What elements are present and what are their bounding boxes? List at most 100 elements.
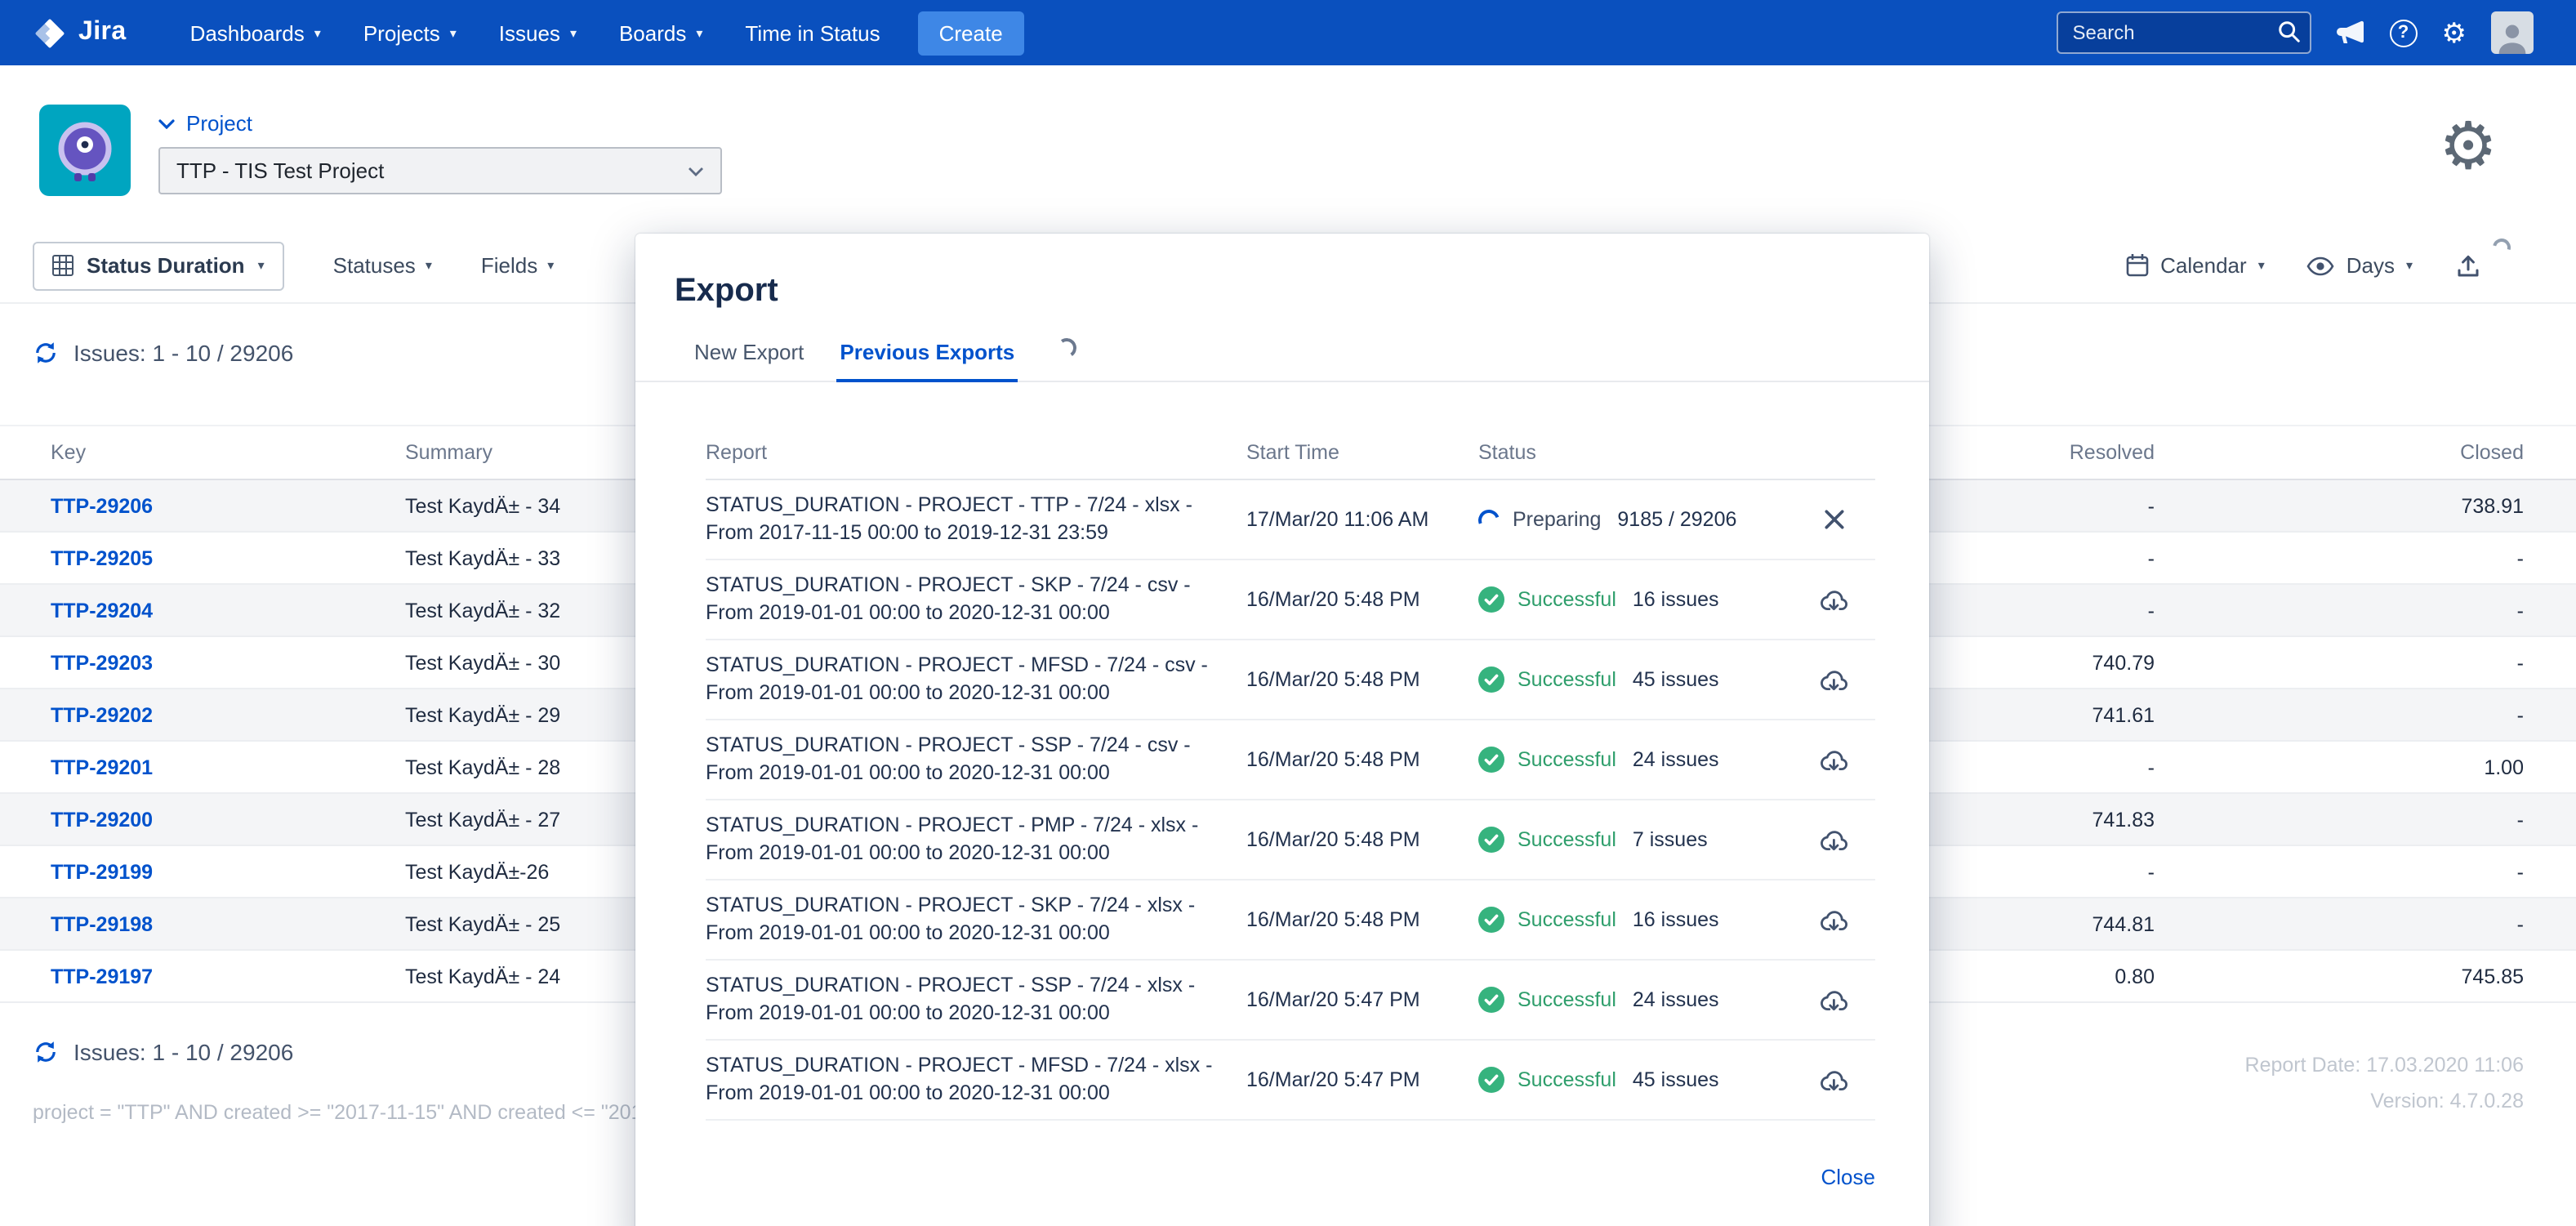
status-label: Successful bbox=[1518, 588, 1616, 611]
nav-dashboards-label: Dashboards bbox=[190, 20, 305, 45]
success-check-icon bbox=[1478, 987, 1504, 1013]
help-icon[interactable]: ? bbox=[2390, 19, 2418, 47]
export-action bbox=[1792, 907, 1875, 932]
download-icon[interactable] bbox=[1818, 987, 1849, 1012]
report-name-line1: STATUS_DURATION - PROJECT - MFSD - 7/24 … bbox=[706, 652, 1223, 680]
chevron-down-icon: ▾ bbox=[314, 25, 321, 40]
issue-key-link[interactable]: TTP-29201 bbox=[51, 756, 153, 778]
fields-label: Fields bbox=[481, 253, 537, 278]
download-icon[interactable] bbox=[1818, 587, 1849, 612]
issue-closed-value: - bbox=[2155, 860, 2524, 883]
export-status: Successful 24 issues bbox=[1478, 747, 1792, 773]
project-select[interactable]: TTP - TIS Test Project bbox=[158, 147, 722, 194]
issue-key-link[interactable]: TTP-29198 bbox=[51, 912, 153, 935]
column-start-time: Start Time bbox=[1246, 440, 1478, 463]
export-button[interactable] bbox=[2455, 252, 2511, 279]
export-row: STATUS_DURATION - PROJECT - MFSD - 7/24 … bbox=[706, 640, 1875, 720]
report-type-button[interactable]: Status Duration ▾ bbox=[33, 241, 284, 290]
report-settings-gear-icon[interactable]: ⚙ bbox=[2439, 114, 2498, 180]
report-name-line1: STATUS_DURATION - PROJECT - PMP - 7/24 -… bbox=[706, 812, 1223, 840]
search-input[interactable] bbox=[2057, 11, 2311, 54]
export-row: STATUS_DURATION - PROJECT - SKP - 7/24 -… bbox=[706, 560, 1875, 640]
export-start-time: 16/Mar/20 5:48 PM bbox=[1246, 748, 1478, 771]
jira-logo[interactable]: Jira bbox=[33, 16, 127, 50]
report-name-line1: STATUS_DURATION - PROJECT - SSP - 7/24 -… bbox=[706, 732, 1223, 760]
create-button[interactable]: Create bbox=[918, 11, 1024, 55]
export-start-time: 16/Mar/20 5:48 PM bbox=[1246, 828, 1478, 851]
status-detail: 9185 / 29206 bbox=[1617, 508, 1736, 531]
tab-previous-exports[interactable]: Previous Exports bbox=[836, 340, 1018, 382]
project-avatar bbox=[39, 105, 131, 196]
status-detail: 16 issues bbox=[1633, 588, 1719, 611]
nav-boards[interactable]: Boards ▾ bbox=[598, 0, 724, 65]
nav-projects[interactable]: Projects ▾ bbox=[342, 0, 478, 65]
main-nav: Dashboards ▾ Projects ▾ Issues ▾ Boards … bbox=[169, 0, 902, 65]
export-row: STATUS_DURATION - PROJECT - PMP - 7/24 -… bbox=[706, 800, 1875, 880]
issue-key-link[interactable]: TTP-29203 bbox=[51, 651, 153, 674]
cancel-icon[interactable] bbox=[1822, 508, 1845, 531]
export-report-name: STATUS_DURATION - PROJECT - TTP - 7/24 -… bbox=[706, 492, 1246, 547]
exports-table-header: Report Start Time Status bbox=[706, 425, 1875, 480]
download-icon[interactable] bbox=[1818, 667, 1849, 692]
nav-time-in-status-label: Time in Status bbox=[745, 20, 880, 45]
column-closed[interactable]: Closed bbox=[2155, 441, 2524, 464]
download-icon[interactable] bbox=[1818, 1068, 1849, 1092]
chevron-down-icon: ▾ bbox=[2258, 258, 2265, 273]
search-icon[interactable] bbox=[2277, 20, 2302, 44]
download-icon[interactable] bbox=[1818, 907, 1849, 932]
status-detail: 45 issues bbox=[1633, 1068, 1719, 1091]
days-dropdown[interactable]: Days ▾ bbox=[2307, 253, 2413, 278]
chevron-down-icon: ▾ bbox=[2406, 258, 2413, 273]
download-icon[interactable] bbox=[1818, 827, 1849, 852]
issue-key-link[interactable]: TTP-29202 bbox=[51, 703, 153, 726]
calendar-label: Calendar bbox=[2160, 253, 2247, 278]
export-start-time: 16/Mar/20 5:48 PM bbox=[1246, 668, 1478, 691]
nav-dashboards[interactable]: Dashboards ▾ bbox=[169, 0, 342, 65]
nav-issues[interactable]: Issues ▾ bbox=[478, 0, 598, 65]
export-report-name: STATUS_DURATION - PROJECT - MFSD - 7/24 … bbox=[706, 652, 1246, 707]
nav-time-in-status[interactable]: Time in Status bbox=[724, 0, 901, 65]
project-select-value: TTP - TIS Test Project bbox=[176, 158, 384, 183]
report-type-label: Status Duration bbox=[87, 253, 245, 278]
export-status: Successful 45 issues bbox=[1478, 666, 1792, 693]
export-action bbox=[1792, 827, 1875, 852]
issue-key-link[interactable]: TTP-29204 bbox=[51, 599, 153, 622]
issue-closed-value: - bbox=[2155, 599, 2524, 622]
project-section-label: Project bbox=[186, 111, 252, 136]
status-detail: 7 issues bbox=[1633, 828, 1708, 851]
refresh-icon[interactable] bbox=[33, 1039, 59, 1065]
status-detail: 24 issues bbox=[1633, 988, 1719, 1011]
export-row: STATUS_DURATION - PROJECT - SSP - 7/24 -… bbox=[706, 720, 1875, 800]
avatar[interactable] bbox=[2491, 11, 2534, 54]
statuses-dropdown[interactable]: Statuses ▾ bbox=[333, 253, 432, 278]
tab-new-export[interactable]: New Export bbox=[691, 340, 807, 382]
status-label: Successful bbox=[1518, 908, 1616, 931]
status-detail: 45 issues bbox=[1633, 668, 1719, 691]
progress-spinner-icon bbox=[1475, 506, 1504, 534]
calendar-dropdown[interactable]: Calendar ▾ bbox=[2124, 253, 2265, 278]
announcement-icon[interactable] bbox=[2336, 20, 2365, 46]
fields-dropdown[interactable]: Fields ▾ bbox=[481, 253, 554, 278]
issue-key-link[interactable]: TTP-29206 bbox=[51, 494, 153, 517]
close-button[interactable]: Close bbox=[1821, 1165, 1876, 1189]
issue-closed-value: - bbox=[2155, 912, 2524, 935]
status-label: Successful bbox=[1518, 988, 1616, 1011]
export-status: Successful 7 issues bbox=[1478, 827, 1792, 853]
issue-key-link[interactable]: TTP-29199 bbox=[51, 860, 153, 883]
issue-key-link[interactable]: TTP-29205 bbox=[51, 546, 153, 569]
export-report-name: STATUS_DURATION - PROJECT - PMP - 7/24 -… bbox=[706, 812, 1246, 867]
issue-key-link[interactable]: TTP-29197 bbox=[51, 965, 153, 987]
project-section-toggle[interactable]: Project bbox=[158, 111, 2576, 136]
export-status: Successful 16 issues bbox=[1478, 586, 1792, 613]
export-start-time: 16/Mar/20 5:47 PM bbox=[1246, 988, 1478, 1011]
settings-icon[interactable]: ⚙ bbox=[2442, 19, 2467, 47]
report-name-line2: From 2019-01-01 00:00 to 2020-12-31 00:0… bbox=[706, 840, 1223, 867]
status-detail: 16 issues bbox=[1633, 908, 1719, 931]
issue-key-link[interactable]: TTP-29200 bbox=[51, 808, 153, 831]
download-icon[interactable] bbox=[1818, 747, 1849, 772]
issues-count-footer-label: Issues: 1 - 10 / 29206 bbox=[74, 1039, 293, 1065]
column-key[interactable]: Key bbox=[51, 441, 405, 464]
refresh-icon[interactable] bbox=[33, 340, 59, 366]
chevron-down-icon: ▾ bbox=[426, 258, 432, 273]
report-name-line2: From 2019-01-01 00:00 to 2020-12-31 00:0… bbox=[706, 760, 1223, 787]
